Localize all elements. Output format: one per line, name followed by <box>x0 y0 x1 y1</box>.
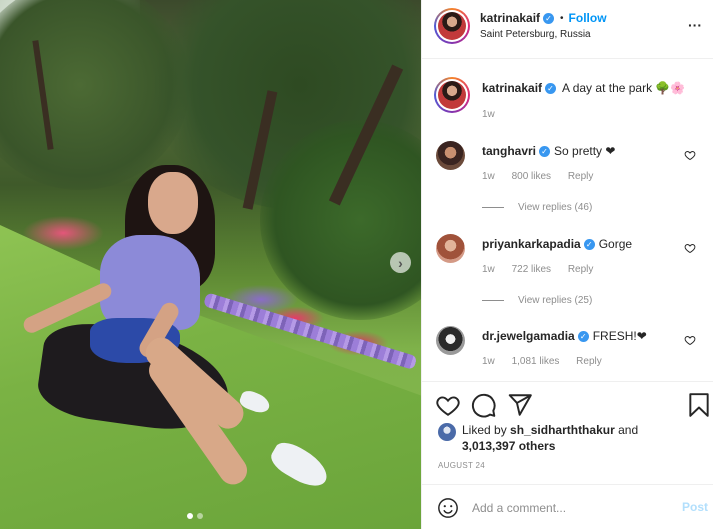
chevron-right-icon: › <box>398 254 403 271</box>
liked-by-username[interactable]: sh_sidharththakur <box>510 423 615 437</box>
share-icon[interactable] <box>507 392 533 418</box>
caption-text: A day at the park 🌳🌸 <box>562 81 686 95</box>
caption-avatar[interactable] <box>434 77 470 113</box>
comment-time[interactable]: 1w <box>482 264 495 275</box>
separator-dot: • <box>560 12 564 24</box>
comment-input[interactable] <box>472 498 662 518</box>
comment-time[interactable]: 1w <box>482 171 495 182</box>
heart-icon[interactable] <box>684 149 696 161</box>
comment-avatar[interactable] <box>436 326 465 355</box>
comment-meta: 1w 1,081 likes Reply <box>482 356 616 367</box>
verified-badge-icon: ✓ <box>543 12 555 24</box>
likes-count[interactable]: 3,013,397 others <box>462 439 555 453</box>
comment-likes[interactable]: 1,081 likes <box>512 356 560 367</box>
post-photo[interactable]: › <box>0 0 421 529</box>
reply-button[interactable]: Reply <box>568 171 594 182</box>
caption-username[interactable]: katrinakaif <box>482 81 542 95</box>
comment-likes[interactable]: 800 likes <box>512 171 551 182</box>
liked-by-count-line: 3,013,397 others <box>462 439 555 453</box>
reply-button[interactable]: Reply <box>568 264 594 275</box>
post-actions <box>422 381 713 425</box>
liked-by-and: and <box>618 423 639 437</box>
carousel-dot <box>197 513 203 519</box>
comment-line: priyankarkapadia ✓ Gorge <box>482 237 632 251</box>
post-location[interactable]: Saint Petersburg, Russia <box>480 29 591 40</box>
author-row: katrinakaif ✓ • Follow <box>480 11 607 25</box>
carousel-dots <box>187 513 203 519</box>
comment-likes[interactable]: 722 likes <box>512 264 551 275</box>
comment-meta: 1w 722 likes Reply <box>482 264 607 275</box>
add-comment-bar: Post <box>422 484 713 529</box>
post-date[interactable]: AUGUST 24 <box>438 461 485 470</box>
author-username[interactable]: katrinakaif <box>480 11 540 25</box>
comment-username[interactable]: dr.jewelgamadia <box>482 329 575 343</box>
comment-time[interactable]: 1w <box>482 356 495 367</box>
follow-button[interactable]: Follow <box>569 11 607 25</box>
comment-avatar[interactable] <box>436 141 465 170</box>
comment-text: FRESH!❤ <box>592 329 647 343</box>
comment-icon[interactable] <box>471 392 497 418</box>
author-avatar[interactable] <box>434 8 470 44</box>
carousel-dot-active <box>187 513 193 519</box>
heart-icon[interactable] <box>435 392 461 418</box>
comment-meta: 1w 800 likes Reply <box>482 171 607 182</box>
liked-by-prefix: Liked by <box>462 423 507 437</box>
emoji-icon[interactable] <box>437 497 459 519</box>
carousel-next-button[interactable]: › <box>390 252 411 273</box>
photo-person-shirt <box>100 235 200 330</box>
post-header: katrinakaif ✓ • Follow Saint Petersburg,… <box>422 0 713 59</box>
verified-badge-icon: ✓ <box>545 83 557 95</box>
replies-divider <box>482 300 504 301</box>
heart-icon[interactable] <box>684 242 696 254</box>
view-replies-label: View replies (46) <box>518 202 593 213</box>
liked-by-line: Liked by sh_sidharththakur and <box>462 423 638 437</box>
reply-button[interactable]: Reply <box>576 356 602 367</box>
verified-badge-icon: ✓ <box>577 331 589 343</box>
post-sidebar: katrinakaif ✓ • Follow Saint Petersburg,… <box>421 0 713 529</box>
more-options-icon[interactable]: ··· <box>688 18 702 32</box>
comment-line: dr.jewelgamadia ✓ FRESH!❤ <box>482 329 647 343</box>
heart-icon[interactable] <box>684 334 696 346</box>
verified-badge-icon: ✓ <box>583 239 595 251</box>
verified-badge-icon: ✓ <box>539 146 551 158</box>
post-comment-button[interactable]: Post <box>682 500 708 514</box>
replies-divider <box>482 207 504 208</box>
liker-avatar[interactable] <box>438 423 456 441</box>
comment-avatar[interactable] <box>436 234 465 263</box>
comment-username[interactable]: tanghavri <box>482 144 536 158</box>
comment-line: tanghavri ✓ So pretty ❤ <box>482 144 615 158</box>
caption-line: katrinakaif ✓ A day at the park 🌳🌸 <box>482 81 685 95</box>
caption-time[interactable]: 1w <box>482 109 495 120</box>
comment-username[interactable]: priyankarkapadia <box>482 237 581 251</box>
view-replies-button[interactable]: View replies (25) <box>482 295 592 306</box>
comment-text: Gorge <box>598 237 633 251</box>
comment-text: So pretty ❤ <box>554 144 616 158</box>
bookmark-icon[interactable] <box>686 392 712 418</box>
view-replies-label: View replies (25) <box>518 295 593 306</box>
photo-person-face <box>148 172 198 234</box>
view-replies-button[interactable]: View replies (46) <box>482 202 592 213</box>
